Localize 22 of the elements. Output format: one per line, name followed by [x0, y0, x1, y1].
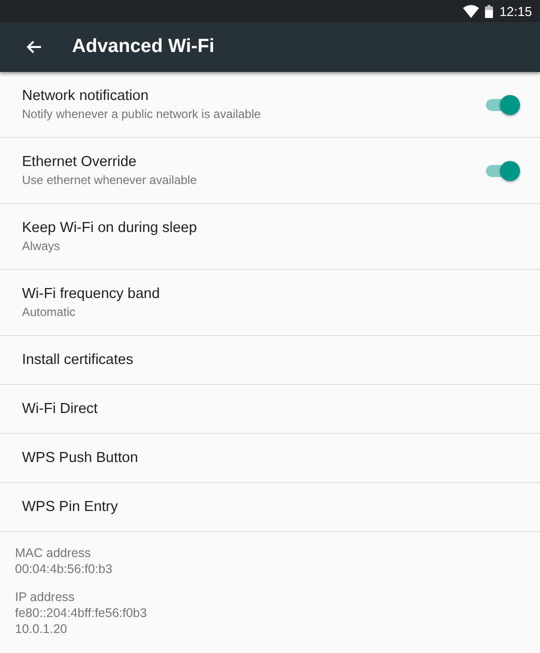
info-label: MAC address — [15, 546, 92, 560]
setting-title: WPS Pin Entry — [22, 499, 119, 515]
info-value: 00:04:4b:56:f0:b3 — [15, 562, 114, 576]
info-value: 10.0.1.20 — [15, 622, 68, 636]
battery-icon — [485, 4, 494, 18]
setting-title: Ethernet Override — [22, 154, 138, 170]
status-time: 12:15 — [499, 4, 532, 18]
setting-summary: Automatic — [22, 305, 76, 319]
setting-title: Keep Wi-Fi on during sleep — [22, 220, 198, 236]
setting-summary: Notify whenever a public network is available — [22, 107, 262, 121]
back-arrow-icon — [26, 40, 42, 54]
info-label: IP address — [15, 590, 76, 604]
setting-title: WPS Push Button — [22, 450, 140, 466]
info-value: fe80::204:4bff:fe56:f0b3 — [15, 606, 148, 620]
screen-title: Advanced Wi-Fi — [72, 36, 214, 58]
setting-title: Wi-Fi Direct — [22, 401, 99, 417]
setting-title: Network notification — [22, 88, 150, 104]
setting-title: Install certificates — [22, 352, 134, 368]
setting-summary: Always — [22, 239, 62, 253]
setting-summary: Use ethernet whenever available — [22, 173, 198, 187]
setting-title: Wi-Fi frequency band — [22, 286, 161, 302]
wifi-signal-icon — [463, 4, 480, 18]
